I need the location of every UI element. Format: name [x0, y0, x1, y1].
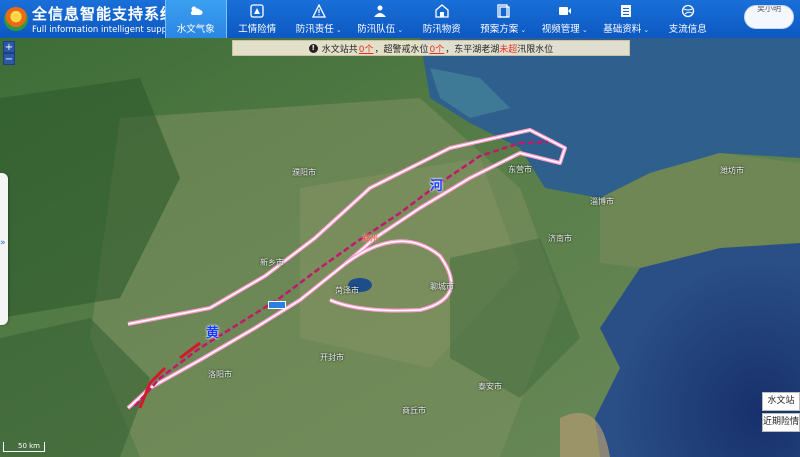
map-label: 菏泽市: [335, 286, 359, 295]
chevron-down-icon: ⌄: [520, 25, 527, 34]
nav-tab-label: 预案方案: [480, 23, 519, 35]
nav-tab-materials[interactable]: 防汛物资: [411, 0, 473, 38]
team-icon: [374, 5, 387, 17]
nav-tab-label: 基础资料: [603, 23, 642, 35]
document-icon: [497, 3, 510, 18]
globe-icon: [681, 4, 694, 17]
engineering-icon: [250, 3, 264, 18]
logo-icon: [4, 7, 28, 31]
recent-danger-button[interactable]: 近期险情: [762, 413, 800, 432]
nav-tab-label: 支流信息: [668, 23, 707, 35]
nav-tab-label: 防汛责任: [295, 23, 334, 35]
nav-tab-plans[interactable]: 预案方案 ⌄: [473, 0, 535, 38]
chevron-down-icon: ⌄: [397, 25, 404, 34]
zoom-in-button[interactable]: +: [3, 41, 15, 53]
map-label: 新乡市: [260, 258, 284, 267]
app-subtitle: Full information intelligent support sy: [32, 25, 165, 35]
nav-tab-label: 视频管理: [541, 23, 580, 35]
top-navbar: 全信息智能支持系统 Full information intelligent s…: [0, 0, 800, 38]
nav-tab-label: 防汛队伍: [357, 23, 396, 35]
map-label: 聊城市: [430, 282, 454, 291]
map-label: 濮阳市: [292, 168, 316, 177]
nav-tab-hydrology[interactable]: 水文气象: [165, 0, 227, 38]
map-label: 东营市: [508, 165, 532, 174]
nav-tab-label: 工情险情: [238, 23, 277, 35]
nav-tab-responsibility[interactable]: 防汛责任 ⌄: [288, 0, 350, 38]
alert-icon: !: [308, 43, 318, 53]
map-label: 泰安市: [478, 382, 502, 391]
nav-tab-label: 水文气象: [176, 23, 215, 35]
nav-tab-video[interactable]: 视频管理 ⌄: [534, 0, 596, 38]
map-label: 淄博市: [590, 197, 614, 206]
cloud-sun-icon: [190, 6, 203, 15]
chevron-down-icon: ⌄: [581, 25, 588, 34]
expand-arrow-icon[interactable]: »: [0, 238, 8, 252]
nav-tab-basic-data[interactable]: 基础资料 ⌄: [596, 0, 658, 38]
station-count-link[interactable]: 0个: [359, 42, 374, 55]
map-label: 济南市: [548, 234, 572, 243]
river-label: 黄: [206, 326, 220, 341]
map-label: 商丘市: [402, 406, 426, 415]
map-view[interactable]: [0, 38, 800, 457]
notice-text: 汛限水位: [517, 44, 554, 55]
lake-status: 未超: [499, 44, 518, 55]
nav-tab-tributary[interactable]: 支流信息: [657, 0, 719, 38]
chevron-down-icon: ⌄: [335, 25, 342, 34]
city-marker[interactable]: 郑州: [362, 233, 378, 244]
app-title: 全信息智能支持系统: [32, 5, 165, 23]
map-scale: 50 km: [3, 442, 45, 452]
nav-tab-label: 防汛物资: [422, 23, 461, 35]
zoom-control: + −: [3, 41, 15, 65]
water-level-notice: ! 水文站共 0个 ，超警戒水位 0个 ，东平湖老湖 未超 汛限水位: [232, 40, 630, 56]
warning-triangle-icon: [311, 3, 326, 18]
folder-icon: [621, 4, 632, 17]
notice-text: ，东平湖老湖: [445, 44, 500, 55]
nav-tab-team[interactable]: 防汛队伍 ⌄: [350, 0, 412, 38]
warning-count-link[interactable]: 0个: [429, 42, 444, 55]
zoom-out-button[interactable]: −: [3, 53, 15, 65]
river-label: 河: [430, 179, 444, 194]
chevron-down-icon: ⌄: [643, 25, 650, 34]
video-icon: [558, 6, 571, 15]
map-label: 潍坊市: [720, 166, 744, 175]
user-button[interactable]: 吴小明: [744, 5, 794, 29]
station-marker[interactable]: [268, 301, 286, 309]
map-label: 开封市: [320, 353, 344, 362]
warehouse-icon: [435, 3, 449, 18]
hydrology-station-button[interactable]: 水文站: [762, 392, 800, 411]
notice-text: ，超警戒水位: [374, 44, 429, 55]
main-nav: 水文气象 工情险情 防汛责任 ⌄ 防汛队伍 ⌄ 防汛物资 预案方案 ⌄ 视频管理…: [165, 0, 800, 38]
notice-text: 水文站共: [321, 44, 358, 55]
map-label: 洛阳市: [208, 370, 232, 379]
nav-tab-engineering[interactable]: 工情险情: [227, 0, 289, 38]
brand: 全信息智能支持系统 Full information intelligent s…: [0, 0, 165, 38]
